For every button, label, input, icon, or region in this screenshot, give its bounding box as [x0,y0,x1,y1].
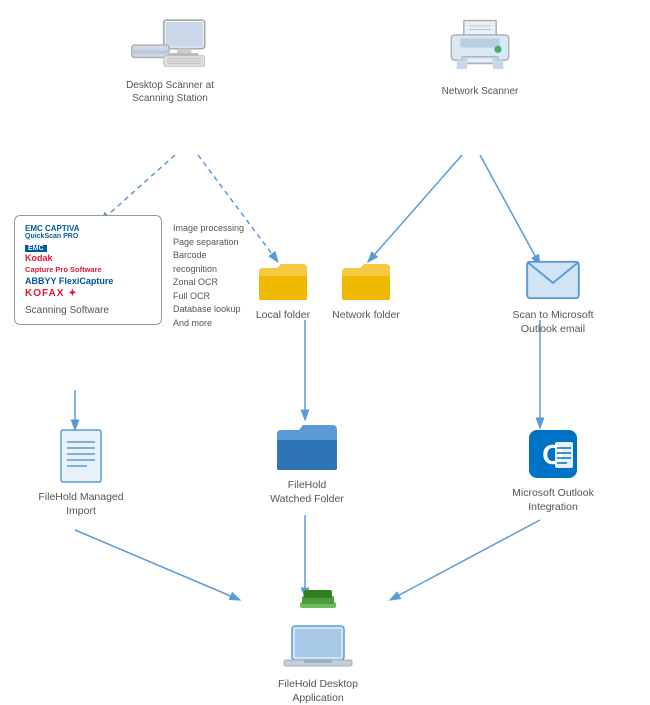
scan-to-email-node: Scan to MicrosoftOutlook email [498,258,608,336]
local-folder-node: Local folder [248,260,318,323]
desktop-scanner-label: Desktop Scanner at Scanning Station [110,79,230,105]
network-folder-node: Network folder [328,260,404,323]
feature-db-lookup: Database lookup [173,303,244,317]
local-folder-icon [257,260,309,302]
network-folder-icon [340,260,392,302]
outlook-integration-node: O Microsoft Outlook Integration [498,428,608,514]
laptop-icon [282,622,354,674]
feature-zonal-ocr: Zonal OCR [173,276,244,290]
network-scanner-node: Network Scanner [420,18,540,98]
watched-folder-icon [275,420,339,472]
features-list: Image processing Page separation Barcode… [165,222,244,330]
feature-recognition: recognition [173,263,244,277]
desktop-app-stack-icon [298,588,338,616]
watched-folder-node: FileHoldWatched Folder [267,420,347,506]
connector-lines [0,0,650,679]
managed-import-label: FileHold Managed Import [36,491,126,518]
managed-import-node: FileHold Managed Import [36,428,126,518]
local-folder-label: Local folder [248,309,318,323]
feature-and-more: And more [173,317,244,331]
network-scanner-label: Network Scanner [420,85,540,98]
diagram: Desktop Scanner at Scanning Station Netw… [0,0,650,679]
outlook-integration-label: Microsoft Outlook Integration [498,487,608,514]
desktop-app-label: FileHold DesktopApplication [248,678,388,705]
feature-image-processing: Image processing [173,222,244,236]
network-scanner-icon [444,18,516,78]
feature-page-sep: Page separation [173,236,244,250]
feature-barcode: Barcode [173,249,244,263]
watched-folder-label: FileHoldWatched Folder [267,479,347,506]
scanning-software-box: EMC CAPTIVA QuickScan PRO EMC Kodak Capt… [14,215,162,325]
outlook-icon: O [527,428,579,480]
email-icon [525,258,581,302]
desktop-app-node: FileHold DesktopApplication [248,590,388,705]
desktop-scanner-node: Desktop Scanner at Scanning Station [110,18,230,105]
network-folder-label: Network folder [328,309,404,323]
desktop-scanner-icon [130,18,210,72]
managed-import-icon [59,428,103,484]
scan-to-email-label: Scan to MicrosoftOutlook email [498,309,608,336]
feature-full-ocr: Full OCR [173,290,244,304]
scanning-software-label: Scanning Software [25,305,151,316]
